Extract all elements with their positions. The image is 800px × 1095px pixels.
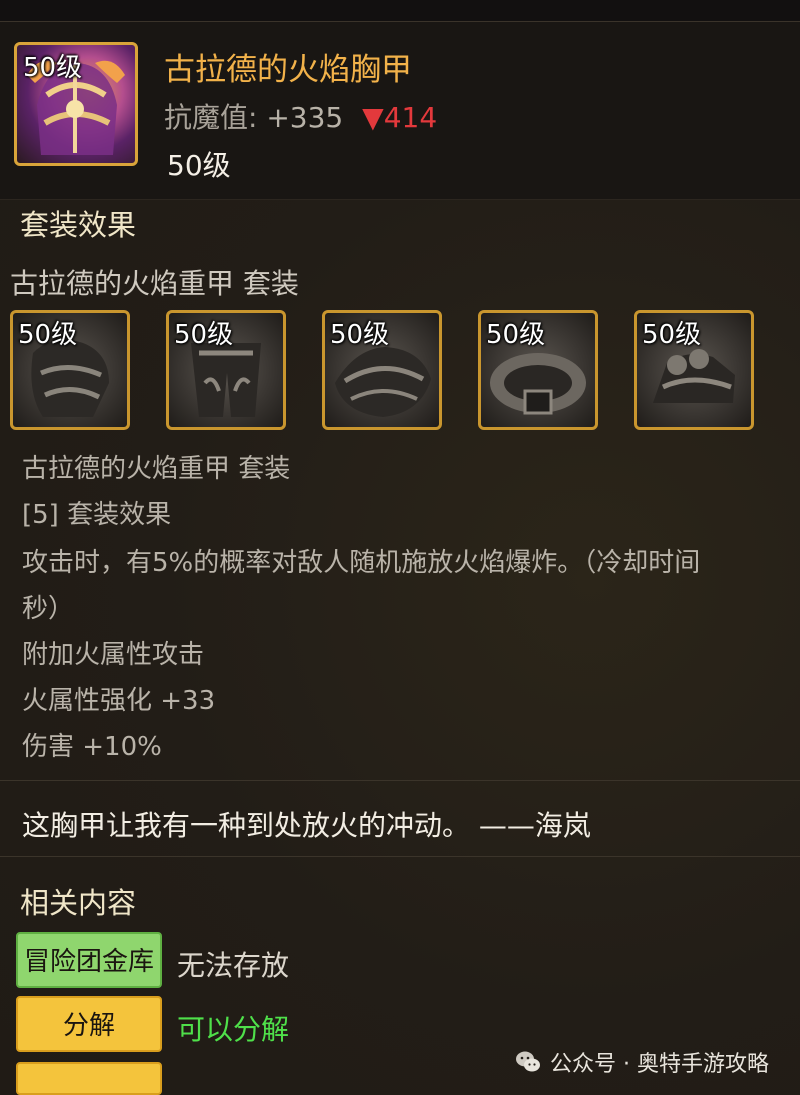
related-title: 相关内容 [20, 886, 137, 920]
item-header: 50级 古拉德的火焰胸甲 抗魔值: +335 ▼414 50级 [0, 22, 800, 200]
set-piece-5[interactable]: 50级 [634, 310, 754, 430]
adventure-vault-button[interactable]: 冒险团金库 [16, 932, 162, 988]
disassemble-button[interactable]: 分解 [16, 996, 162, 1052]
set-piece-1[interactable]: 50级 [10, 310, 130, 430]
wechat-icon [516, 1051, 540, 1072]
set-effect-line-2: 秒） [22, 594, 75, 624]
set-piece-2[interactable]: 50级 [166, 310, 286, 430]
divider [0, 856, 800, 857]
top-bar [0, 0, 800, 22]
item-level-tag: 50级 [23, 53, 83, 83]
storage-note: 无法存放 [177, 949, 290, 982]
piece-level-tag: 50级 [486, 320, 546, 350]
fire-attack-effect: 附加火属性攻击 [22, 640, 205, 670]
divider [0, 780, 800, 781]
set-name-line: 古拉德的火焰重甲 套装 [22, 454, 291, 484]
fire-enhance-effect: 火属性强化 +33 [22, 686, 216, 716]
piece-level-tag: 50级 [642, 320, 702, 350]
stat-label: 抗魔值: [164, 101, 258, 134]
set-piece-4[interactable]: 50级 [478, 310, 598, 430]
item-icon-frame[interactable]: 50级 [14, 42, 138, 166]
set-effect-line-1: 攻击时，有5%的概率对敌人随机施放火焰爆炸。（冷却时间 [22, 548, 701, 578]
stat-value: +335 [266, 101, 344, 134]
stat-row: 抗魔值: +335 ▼414 [164, 96, 437, 136]
set-effect-title: 套装效果 [20, 208, 137, 242]
disassemble-note: 可以分解 [177, 1013, 290, 1046]
item-name: 古拉德的火焰胸甲 [164, 52, 412, 88]
more-button[interactable] [16, 1062, 162, 1095]
watermark-text: 公众号 · 奥特手游攻略 [550, 1052, 769, 1077]
set-bonus-title: [5] 套装效果 [22, 500, 172, 530]
set-piece-3[interactable]: 50级 [322, 310, 442, 430]
watermark: 公众号 · 奥特手游攻略 [514, 1046, 769, 1078]
piece-level-tag: 50级 [330, 320, 390, 350]
flavor-quote: 这胸甲让我有一种到处放火的冲动。 ——海岚 [22, 809, 591, 842]
damage-effect: 伤害 +10% [22, 732, 162, 762]
item-level: 50级 [167, 149, 231, 182]
piece-level-tag: 50级 [174, 320, 234, 350]
stat-diff: ▼414 [362, 101, 438, 134]
set-header: 古拉德的火焰重甲 套装 [10, 267, 299, 300]
piece-level-tag: 50级 [18, 320, 78, 350]
